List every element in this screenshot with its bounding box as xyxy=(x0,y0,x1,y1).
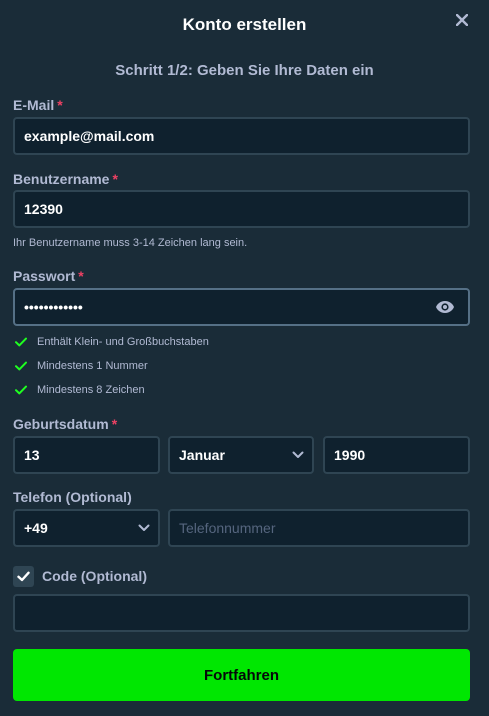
code-label[interactable]: Code (Optional) xyxy=(42,568,147,584)
step-indicator: Schritt 1/2: Geben Sie Ihre Daten ein xyxy=(115,62,374,79)
chevron-down-icon xyxy=(292,451,304,458)
continue-button[interactable]: Fortfahren xyxy=(13,649,470,701)
modal-header: Konto erstellen xyxy=(0,0,489,52)
check-icon xyxy=(15,337,27,347)
toggle-password-visibility-button[interactable] xyxy=(434,296,456,318)
code-input[interactable] xyxy=(13,594,470,632)
email-label-text: E-Mail xyxy=(13,97,55,113)
close-button[interactable] xyxy=(452,10,472,30)
birthdate-label-text: Geburtsdatum xyxy=(13,416,109,432)
required-mark: * xyxy=(57,97,63,113)
password-rule-text: Mindestens 1 Nummer xyxy=(37,360,148,372)
birth-day-input[interactable] xyxy=(13,436,160,474)
username-label-text: Benutzername xyxy=(13,171,110,187)
password-rule-number: Mindestens 1 Nummer xyxy=(15,359,148,373)
username-hint: Ihr Benutzername muss 3-14 Zeichen lang … xyxy=(13,237,248,249)
password-rule-text: Mindestens 8 Zeichen xyxy=(37,384,145,396)
phone-label: Telefon (Optional) xyxy=(13,489,132,505)
check-icon xyxy=(17,571,30,582)
password-rule-case: Enthält Klein- und Großbuchstaben xyxy=(15,335,209,349)
birth-year-input[interactable] xyxy=(323,436,470,474)
phone-number-input[interactable] xyxy=(168,509,470,547)
country-code-value: +49 xyxy=(24,520,48,536)
eye-icon xyxy=(436,301,454,313)
required-mark: * xyxy=(111,416,118,432)
country-code-select[interactable]: +49 xyxy=(13,509,160,547)
password-rule-length: Mindestens 8 Zeichen xyxy=(15,383,145,397)
username-label: Benutzername * xyxy=(13,171,118,187)
birth-month-value: Januar xyxy=(179,447,225,463)
modal-title: Konto erstellen xyxy=(182,15,307,34)
password-input[interactable] xyxy=(13,288,470,326)
code-checkbox[interactable] xyxy=(13,566,34,587)
password-label: Passwort * xyxy=(13,268,84,284)
password-label-text: Passwort xyxy=(13,268,76,284)
birth-month-select[interactable]: Januar xyxy=(168,436,314,474)
required-mark: * xyxy=(78,268,84,284)
close-icon xyxy=(456,14,468,26)
birthdate-label: Geburtsdatum * xyxy=(13,416,117,432)
required-mark: * xyxy=(112,171,118,187)
check-icon xyxy=(15,385,27,395)
username-input[interactable] xyxy=(13,190,470,228)
check-icon xyxy=(15,361,27,371)
register-modal: Konto erstellen Schritt 1/2: Geben Sie I… xyxy=(0,0,489,716)
email-label: E-Mail * xyxy=(13,97,63,113)
email-input[interactable] xyxy=(13,117,470,155)
password-rule-text: Enthält Klein- und Großbuchstaben xyxy=(37,336,209,348)
phone-label-text: Telefon (Optional) xyxy=(13,489,132,505)
chevron-down-icon xyxy=(138,524,150,531)
